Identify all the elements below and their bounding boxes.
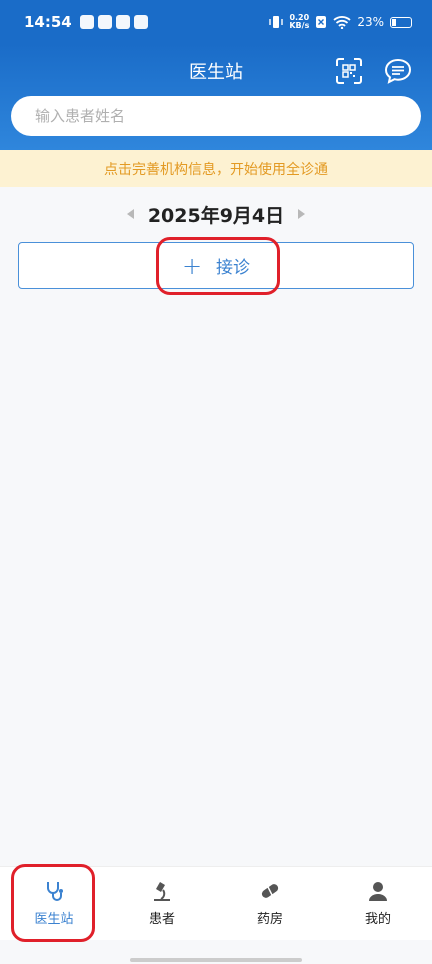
- tab-label: 我的: [364, 912, 391, 927]
- tab-mine[interactable]: 我的: [324, 867, 432, 940]
- bottom-tab-bar: 医生站 患者 药房 我的: [0, 866, 432, 940]
- status-bar: 14:54 0.20 KB/s 23%: [0, 0, 432, 44]
- tab-patients[interactable]: 患者: [108, 867, 216, 940]
- stethoscope-icon: [47, 882, 63, 901]
- battery-icon: [390, 16, 412, 28]
- tab-label: 医生站: [34, 912, 74, 927]
- current-date: 2025年9月4日: [147, 204, 285, 227]
- reception-label: 接诊: [216, 258, 251, 278]
- battery-percent: 23%: [357, 15, 384, 29]
- vibrate-icon: [269, 16, 284, 28]
- message-icon[interactable]: [384, 58, 412, 84]
- notification-app-icon: [79, 15, 94, 29]
- status-right: 0.20 KB/s 23%: [269, 14, 412, 30]
- page-title: 医生站: [189, 62, 243, 83]
- notification-app-icon: [133, 15, 148, 29]
- status-time: 14:54: [24, 13, 72, 31]
- net-speed: 0.20 KB/s: [289, 13, 310, 30]
- header: 医生站: [0, 44, 432, 150]
- date-navigator: 2025年9月4日: [0, 198, 432, 230]
- tab-label: 患者: [148, 912, 175, 927]
- notification-app-icon: [115, 15, 130, 29]
- tab-label: 药房: [256, 912, 283, 927]
- next-day-button[interactable]: [298, 209, 306, 219]
- sim-off-icon: [316, 16, 327, 28]
- plus-icon: +: [181, 251, 203, 280]
- qr-scan-icon[interactable]: [336, 58, 362, 84]
- home-indicator[interactable]: [130, 958, 302, 962]
- reception-button[interactable]: + 接诊: [18, 242, 414, 289]
- notification-icons: [79, 15, 148, 29]
- setup-notice-banner[interactable]: 点击完善机构信息，开始使用全诊通: [0, 150, 432, 187]
- notification-app-icon: [97, 15, 112, 29]
- user-icon: [369, 882, 387, 901]
- patient-search-input[interactable]: [11, 96, 421, 136]
- wifi-icon: [333, 16, 351, 29]
- prev-day-button[interactable]: [126, 209, 134, 219]
- tab-doctor-station[interactable]: 医生站: [0, 867, 108, 940]
- pill-icon: [261, 884, 279, 898]
- microscope-icon: [154, 882, 170, 901]
- tab-pharmacy[interactable]: 药房: [216, 867, 324, 940]
